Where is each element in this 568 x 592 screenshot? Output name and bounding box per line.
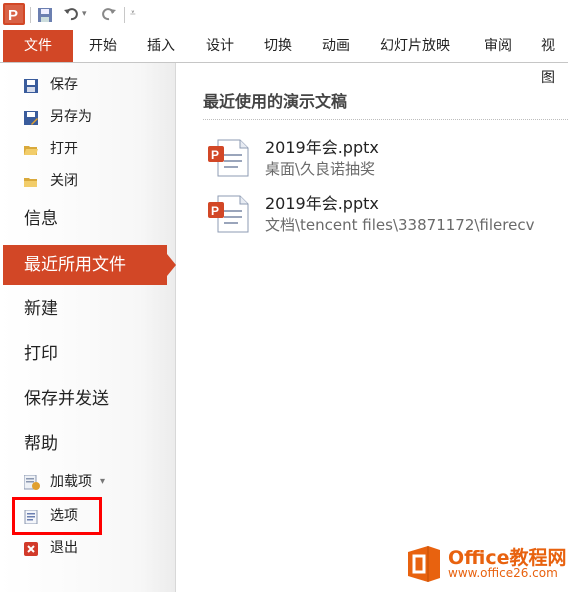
tab-view[interactable]: 视图 <box>541 30 568 86</box>
menu-save-send[interactable]: 保存并发送 <box>24 386 109 412</box>
menu-save-label: 保存 <box>50 77 78 93</box>
tab-file[interactable]: 文件 <box>3 30 73 62</box>
recent-presentations-title: 最近使用的演示文稿 <box>203 92 348 111</box>
tab-design[interactable]: 设计 <box>206 30 234 62</box>
undo-dropdown-icon[interactable]: ▾ <box>82 9 87 19</box>
menu-addins-label: 加载项 <box>50 474 92 490</box>
svg-text:P: P <box>211 148 219 162</box>
save-icon[interactable] <box>37 7 53 23</box>
menu-info[interactable]: 信息 <box>24 206 58 232</box>
menu-help[interactable]: 帮助 <box>24 431 58 457</box>
powerpoint-icon[interactable]: P <box>3 3 25 25</box>
pptx-file-icon: P <box>206 194 250 234</box>
tab-animations[interactable]: 动画 <box>322 30 350 62</box>
recent-file-item[interactable]: P 2019年会.pptx 桌面\久良诺抽奖 <box>203 134 568 182</box>
save-icon <box>24 78 38 93</box>
open-folder-icon <box>24 142 38 156</box>
recent-file-name: 2019年会.pptx <box>265 138 379 157</box>
menu-save-as-label: 另存为 <box>50 109 92 125</box>
svg-text:P: P <box>8 7 18 24</box>
menu-recent[interactable]: 最近所用文件 <box>3 245 176 285</box>
tab-transitions[interactable]: 切换 <box>264 30 292 62</box>
tab-insert[interactable]: 插入 <box>147 30 175 62</box>
title-divider <box>203 119 568 120</box>
close-folder-icon <box>24 174 38 188</box>
options-highlight-box <box>12 497 102 535</box>
menu-open-label: 打开 <box>50 141 78 157</box>
undo-icon[interactable] <box>63 6 79 22</box>
office-logo-icon <box>404 544 444 584</box>
save-as-icon <box>24 110 38 125</box>
recent-file-path: 桌面\久良诺抽奖 <box>265 160 376 178</box>
ribbon-tab-bar: 文件 开始 插入 设计 切换 动画 幻灯片放映 审阅 视图 <box>0 30 568 86</box>
menu-new[interactable]: 新建 <box>24 296 58 322</box>
tab-review[interactable]: 审阅 <box>484 30 512 62</box>
addins-icon <box>23 474 40 490</box>
menu-print[interactable]: 打印 <box>24 341 58 367</box>
menu-exit-label: 退出 <box>50 540 78 556</box>
exit-icon <box>24 541 38 556</box>
svg-text:P: P <box>211 204 219 218</box>
qat-separator <box>124 7 125 23</box>
pptx-file-icon: P <box>206 138 250 178</box>
menu-close-label: 关闭 <box>50 173 78 189</box>
recent-file-item[interactable]: P 2019年会.pptx 文档\tencent files\33871172\… <box>203 190 568 238</box>
redo-icon[interactable] <box>101 6 117 22</box>
tab-slideshow[interactable]: 幻灯片放映 <box>380 30 450 62</box>
quick-access-toolbar: P ▾ ⩡ <box>0 0 568 30</box>
watermark-url: www.office26.com <box>448 566 558 580</box>
watermark: Office教程网 www.office26.com <box>402 542 568 586</box>
menu-recent-label: 最近所用文件 <box>24 255 126 275</box>
selected-arrow <box>167 254 176 276</box>
qat-separator <box>30 7 31 23</box>
customize-qat-icon[interactable]: ⩡ <box>130 8 136 19</box>
recent-file-path: 文档\tencent files\33871172\filerecv <box>265 216 535 234</box>
recent-file-name: 2019年会.pptx <box>265 194 379 213</box>
tab-home[interactable]: 开始 <box>89 30 117 62</box>
addins-dropdown-icon[interactable]: ▾ <box>100 471 105 493</box>
